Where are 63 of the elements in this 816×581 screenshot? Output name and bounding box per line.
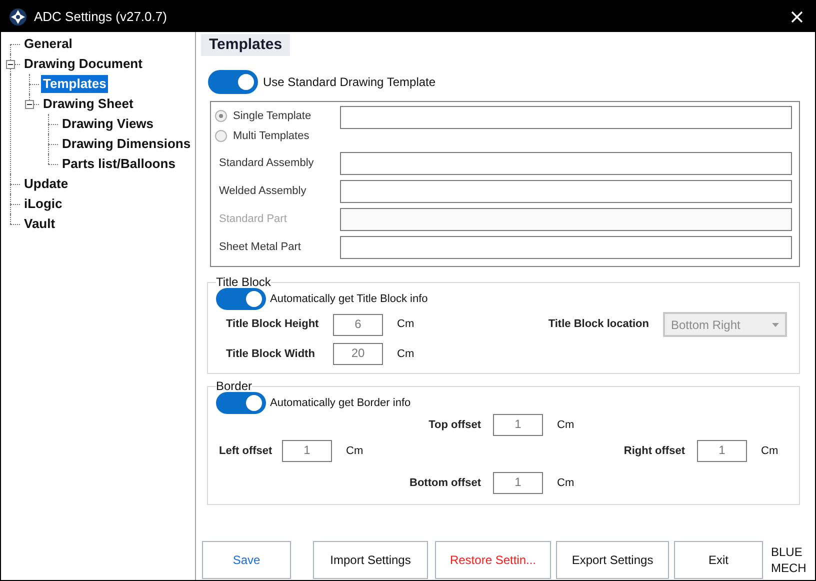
unit-label: Cm [397, 317, 416, 332]
toggle-switch[interactable] [216, 392, 266, 414]
tree-item[interactable]: Drawing Dimensions [60, 135, 193, 153]
input-field[interactable]: 1 [493, 414, 543, 436]
unit-label: Cm [761, 444, 780, 459]
field-label: Left offset [218, 444, 274, 459]
tree-item[interactable]: iLogic [22, 195, 64, 213]
tree-item[interactable]: Drawing Views [60, 115, 156, 133]
tree-item[interactable]: Vault [22, 215, 58, 233]
field-label: Standard Part [218, 212, 288, 228]
input-field[interactable] [340, 236, 792, 259]
input-field[interactable]: 20 [333, 343, 383, 365]
radio-button[interactable] [215, 130, 227, 142]
page-header: Templates [201, 34, 290, 56]
radio-label: Multi Templates [233, 128, 310, 144]
toggle-label: Use Standard Drawing Template [263, 74, 436, 91]
unit-label: Cm [397, 346, 416, 362]
action-button[interactable]: Export Settings [556, 541, 669, 579]
collapse-icon[interactable] [25, 100, 34, 109]
window-title: ADC Settings (v27.0.7) [34, 8, 167, 26]
toggle-switch[interactable] [208, 70, 258, 94]
field-label: Welded Assembly [218, 184, 308, 200]
tree-item[interactable]: General [22, 35, 74, 53]
unit-label: Cm [557, 418, 576, 433]
input-field[interactable]: 1 [697, 440, 747, 462]
tree-item[interactable]: Parts list/Balloons [60, 155, 178, 173]
caret-icon [772, 322, 779, 326]
unit-label: Cm [346, 444, 364, 459]
toggle-label: Automatically get Border info [270, 396, 411, 411]
action-button[interactable]: Save [202, 541, 291, 579]
field-label: Standard Assembly [218, 156, 315, 172]
field-label: Title Block location [548, 317, 649, 332]
group-label: Title Block [216, 276, 271, 288]
collapse-icon[interactable] [6, 60, 15, 69]
field-label: Title Block Width [225, 346, 316, 362]
field-label: Right offset [624, 444, 686, 459]
group-label: Border [216, 380, 252, 392]
input-field[interactable]: 1 [282, 440, 332, 462]
input-field[interactable]: 1 [493, 472, 543, 494]
input-field[interactable] [340, 106, 792, 129]
field-label: Title Block Height [225, 317, 320, 332]
radio-button[interactable] [215, 110, 227, 122]
input-field[interactable] [340, 208, 792, 231]
tree-item[interactable]: Update [22, 175, 70, 193]
input-field[interactable] [340, 152, 792, 175]
field-label: Top offset [428, 418, 482, 433]
restore-button[interactable]: Restore Settin... [435, 541, 551, 579]
tree-item[interactable]: Drawing Sheet [41, 95, 136, 113]
input-field[interactable]: 6 [333, 314, 383, 336]
field-label: Sheet Metal Part [218, 240, 302, 256]
toggle-label: Automatically get Title Block info [270, 292, 428, 307]
tree-item[interactable]: Templates [41, 75, 108, 93]
brand-label: BLUE MECH [771, 544, 808, 576]
action-button[interactable]: Import Settings [313, 541, 428, 579]
action-button[interactable]: Exit [674, 541, 763, 579]
unit-label: Cm [557, 476, 576, 491]
field-label: Bottom offset [408, 476, 482, 491]
tree-item[interactable]: Drawing Document [22, 55, 144, 73]
toggle-switch[interactable] [216, 288, 266, 310]
input-field[interactable] [340, 180, 792, 203]
close-icon[interactable] [791, 10, 803, 22]
app-logo-icon [9, 8, 27, 26]
radio-label: Single Template [233, 108, 312, 124]
